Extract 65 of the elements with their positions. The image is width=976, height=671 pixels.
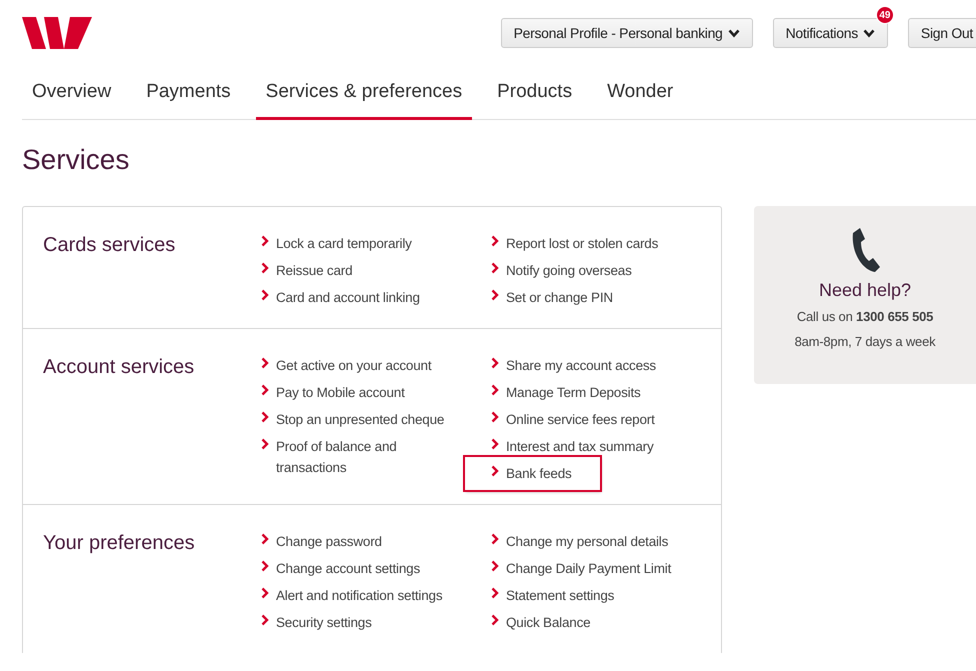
sign-out-button[interactable]: Sign Out [908, 18, 976, 48]
chevron-icon [491, 560, 499, 572]
chevron-icon [261, 533, 269, 545]
service-link[interactable]: Statement settings [491, 585, 618, 606]
service-link[interactable]: Quick Balance [491, 612, 594, 633]
section-title: Your preferences [43, 531, 196, 556]
chevron-icon [261, 357, 269, 369]
service-link[interactable]: Online service fees report [491, 409, 659, 430]
service-link[interactable]: Change Daily Payment Limit [491, 558, 676, 579]
notification-badge: 49 [876, 6, 894, 24]
chevron-icon [261, 438, 269, 450]
chevron-icon [261, 560, 269, 572]
service-link[interactable]: Notify going overseas [491, 260, 636, 281]
service-link[interactable]: Lock a card temporarily [261, 233, 416, 254]
help-hours: 8am-8pm, 7 days a week [794, 334, 936, 349]
page-title: Services [22, 143, 130, 177]
chevron-icon [261, 262, 269, 274]
service-link[interactable]: Card and account linking [261, 287, 424, 308]
chevron-icon [261, 614, 269, 626]
chevron-icon [491, 465, 499, 477]
service-link[interactable]: Reissue card [261, 260, 356, 281]
chevron-icon [261, 235, 269, 247]
chevron-icon [491, 438, 499, 450]
chevron-icon [261, 587, 269, 599]
service-link[interactable]: Alert and notification settings [261, 585, 446, 606]
chevron-icon [491, 384, 499, 396]
chevron-icon [261, 289, 269, 301]
chevron-icon [491, 235, 499, 247]
caret-icon [862, 28, 875, 38]
service-link[interactable]: Change account settings [261, 558, 424, 579]
notifications-button[interactable]: Notifications [772, 18, 888, 48]
chevron-icon [491, 289, 499, 301]
service-link[interactable]: Interest and tax summary [491, 436, 658, 457]
service-link[interactable]: Pay to Mobile account [261, 382, 409, 403]
chevron-icon [491, 614, 499, 626]
service-link[interactable]: Set or change PIN [491, 287, 617, 308]
service-link[interactable]: Manage Term Deposits [491, 382, 645, 403]
chevron-icon [491, 411, 499, 423]
chevron-icon [261, 411, 269, 423]
nav-tab[interactable]: Services & preferences [256, 66, 472, 120]
service-link[interactable]: Security settings [261, 612, 376, 633]
logo[interactable] [22, 17, 92, 49]
caret-icon [728, 28, 740, 38]
chevron-icon [491, 533, 499, 545]
section-title: Account services [43, 355, 196, 380]
service-link[interactable]: Share my account access [491, 355, 660, 376]
service-link[interactable]: Change my personal details [491, 531, 672, 552]
profile-button[interactable]: Personal Profile - Personal banking [500, 18, 753, 48]
chevron-icon [491, 357, 499, 369]
service-link[interactable]: Change password [261, 531, 386, 552]
service-link[interactable]: Stop an unpresented cheque [261, 409, 448, 430]
nav-tab[interactable]: Products [487, 66, 582, 120]
service-link[interactable]: Report lost or stolen cards [491, 233, 662, 254]
nav-tab[interactable]: Overview [22, 66, 122, 120]
help-title: Need help? [818, 280, 912, 301]
nav-tab[interactable]: Payments [136, 66, 241, 120]
nav-tab[interactable]: Wonder [597, 66, 684, 120]
section-title: Cards services [43, 233, 176, 258]
service-link[interactable]: Get active on your account [261, 355, 436, 376]
service-link[interactable]: Bank feeds [465, 457, 600, 490]
help-phone-text: Call us on 1300 655 505 [796, 309, 934, 324]
service-link[interactable]: Proof of balance and transactions [261, 436, 460, 478]
chevron-icon [491, 587, 499, 599]
chevron-icon [261, 384, 269, 396]
chevron-icon [491, 262, 499, 274]
